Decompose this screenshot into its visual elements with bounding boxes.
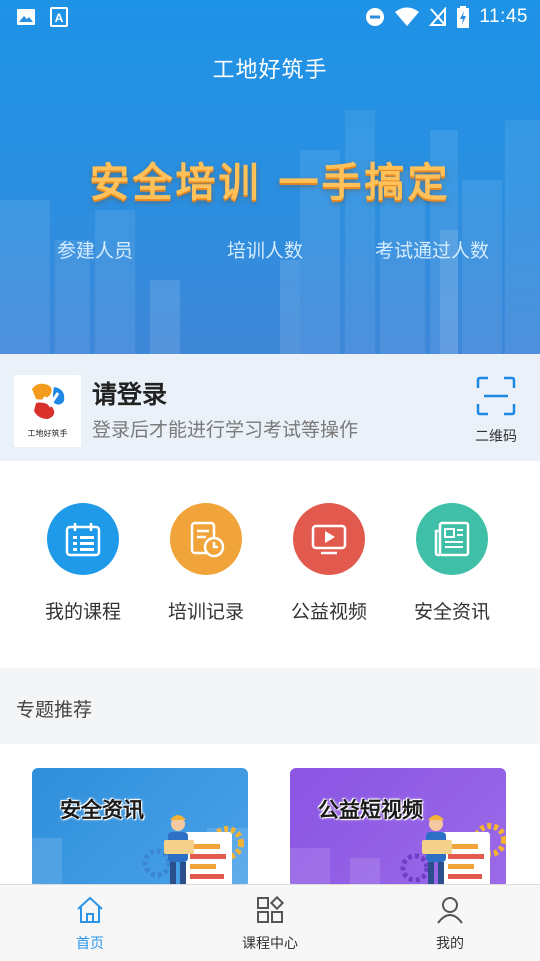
scan-icon	[476, 376, 516, 416]
news-icon	[416, 503, 488, 575]
quick-action-my-courses[interactable]: 我的课程	[28, 503, 138, 624]
battery-charging-icon	[457, 6, 470, 28]
user-icon	[437, 897, 463, 924]
banner-slogan: 安全培训 一手搞定	[89, 160, 451, 206]
quick-action-public-videos[interactable]: 公益视频	[274, 503, 384, 624]
tab-home[interactable]: 首页	[30, 895, 150, 953]
quick-action-label: 安全资讯	[413, 601, 490, 623]
stat-label-trained: 培训人数	[227, 240, 304, 262]
quick-action-label: 我的课程	[44, 601, 121, 623]
login-subtitle: 登录后才能进行学习考试等操作	[92, 419, 359, 441]
wifi-icon	[395, 7, 420, 26]
calendar-icon	[47, 503, 119, 575]
worker-illustration	[32, 815, 248, 888]
quick-action-training-records[interactable]: 培训记录	[151, 503, 261, 624]
grid-icon	[257, 895, 285, 923]
app-notification-icon: A	[50, 7, 68, 27]
topic-card-title: 安全资讯	[60, 798, 144, 822]
stat-label-passed: 考试通过人数	[375, 240, 490, 262]
section-header: 专题推荐	[0, 668, 540, 744]
logo-emblem-icon	[32, 383, 65, 419]
login-title[interactable]: 请登录	[92, 375, 167, 411]
tab-label: 课程中心	[242, 936, 298, 952]
quick-action-label: 公益视频	[290, 601, 367, 623]
worker-illustration	[290, 815, 506, 888]
quick-action-safety-news[interactable]: 安全资讯	[397, 503, 507, 624]
app-title: 工地好筑手	[212, 58, 328, 83]
home-icon	[77, 896, 103, 923]
tab-label: 我的	[436, 936, 464, 952]
scan-label: 二维码	[475, 429, 517, 445]
quick-action-label: 培训记录	[167, 601, 244, 623]
header-banner: A 11:45 工地好筑手 安全培训 一手搞定 参建人员 培训人数 考试通过人数	[0, 0, 540, 354]
login-card[interactable]: 工地好筑手 请登录 登录后才能进行学习考试等操作 二维码	[0, 354, 540, 461]
topic-card-safety-news[interactable]: 安全资讯	[32, 768, 248, 888]
do-not-disturb-icon	[366, 8, 385, 26]
qr-scan-button[interactable]: 二维码	[468, 374, 524, 445]
stats-row: 参建人员 培训人数 考试通过人数	[0, 236, 540, 266]
stat-label-participants: 参建人员	[57, 240, 134, 262]
topic-cards: 安全资讯 公益短视频	[0, 744, 540, 888]
image-notification-icon	[17, 9, 35, 25]
app-logo: 工地好筑手	[14, 375, 81, 447]
topic-card-public-videos[interactable]: 公益短视频	[290, 768, 506, 888]
section-title: 专题推荐	[16, 699, 93, 721]
status-time: 11:45	[479, 6, 528, 27]
logo-text: 工地好筑手	[27, 429, 68, 438]
status-bar: A 11:45	[0, 0, 540, 36]
quick-actions: 我的课程 培训记录 公益视频 安全资讯	[0, 461, 540, 668]
tab-course-center[interactable]: 课程中心	[210, 895, 330, 953]
video-icon	[293, 503, 365, 575]
tab-mine[interactable]: 我的	[390, 895, 510, 953]
svg-text:A: A	[55, 11, 64, 25]
bottom-tab-bar: 首页 课程中心 我的	[0, 884, 540, 961]
no-signal-icon	[429, 7, 447, 26]
tab-label: 首页	[76, 936, 104, 952]
clock-document-icon	[170, 503, 242, 575]
topic-card-title: 公益短视频	[318, 798, 423, 822]
